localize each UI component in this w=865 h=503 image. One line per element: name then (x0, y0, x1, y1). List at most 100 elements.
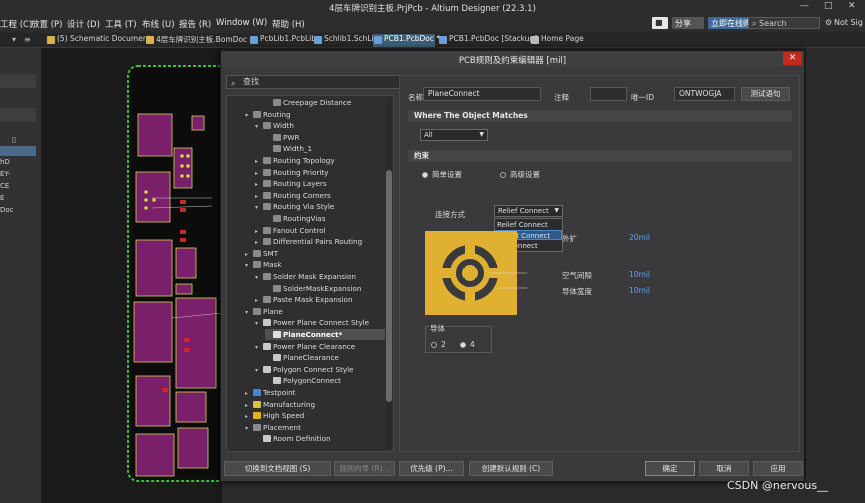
rule-tree-node[interactable]: ▾ Placement (245, 422, 385, 433)
cancel-button[interactable]: 取消 (699, 461, 749, 476)
panel-filter-box[interactable] (0, 108, 36, 122)
expand-toggle-icon[interactable]: ▾ (255, 121, 263, 132)
project-item-label[interactable]: CE (0, 182, 9, 190)
tab-bar-toggle-icon[interactable]: ▾ (12, 35, 16, 44)
rule-tree-node[interactable]: ▾ Power Plane Clearance (255, 341, 385, 352)
close-window-button[interactable]: ✕ (848, 1, 856, 11)
scope-dropdown[interactable]: All ▼ (420, 129, 488, 141)
rule-tree-node[interactable]: PlaneClearance (265, 352, 385, 363)
rule-tree-node[interactable]: ▸ High Speed (245, 410, 385, 421)
account-status[interactable]: Not Sig (834, 17, 865, 29)
pcb-canvas[interactable] (42, 48, 222, 503)
expand-toggle-icon[interactable]: ▾ (255, 342, 263, 353)
tab-pcblib[interactable]: PcbLib1.PcbLib (249, 34, 316, 47)
rule-tree-node[interactable]: Room Definition (255, 433, 385, 444)
expand-toggle-icon[interactable]: ▸ (255, 226, 263, 237)
minimize-button[interactable]: — (800, 1, 809, 11)
rule-tree-node[interactable]: ▸ Routing Priority (255, 167, 385, 178)
simple-settings-radio[interactable]: 简单设置 (422, 169, 462, 180)
rule-wizard-button[interactable]: 规则向导 (R)... (334, 461, 395, 476)
tab-bomdoc[interactable]: 4层车牌识别主板.BomDoc (145, 34, 247, 47)
connect-style-dropdown[interactable]: Relief Connect ▼ (494, 205, 563, 217)
project-item-label[interactable]: hD (0, 158, 10, 166)
tab-home-page[interactable]: Home Page (530, 34, 584, 47)
create-default-rules-button[interactable]: 创建默认规则 (C) (469, 461, 553, 476)
menu-route[interactable]: 布线 (U) (142, 18, 175, 30)
rule-tree-node[interactable]: ▸ Routing Layers (255, 178, 385, 189)
rule-tree-node[interactable]: Creepage Distance (265, 97, 385, 108)
rule-tree-node[interactable]: ▾ Mask (245, 259, 385, 270)
menu-project[interactable]: 工程 (C) (0, 18, 32, 30)
rules-tree[interactable]: Creepage Distance ▾ Routing ▾ Width PWR Width_… (226, 95, 394, 452)
conductor-width-value[interactable]: 10mil (629, 286, 650, 295)
selected-project-item[interactable] (0, 146, 36, 156)
rule-name-input[interactable]: PlaneConnect (423, 87, 541, 101)
expand-toggle-icon[interactable]: ▾ (255, 318, 263, 329)
tab-pcb1-stackup[interactable]: PCB1.PcbDoc [Stackup] (438, 34, 537, 47)
tab-schlib[interactable]: Schlib1.SchLib (313, 34, 378, 47)
priorities-button[interactable]: 优先级 (P)... (399, 461, 464, 476)
rule-tree-node[interactable]: ▾ Plane (245, 306, 385, 317)
expand-toggle-icon[interactable]: ▾ (245, 423, 253, 434)
menu-help[interactable]: 帮助 (H) (272, 18, 305, 30)
rule-tree-node[interactable]: ▸ Routing Topology (255, 155, 385, 166)
expand-toggle-icon[interactable]: ▾ (245, 260, 253, 271)
project-item-label[interactable]: EY- (0, 170, 10, 178)
air-gap-value[interactable]: 10mil (629, 270, 650, 279)
expand-toggle-icon[interactable]: ▸ (255, 295, 263, 306)
rule-tree-node[interactable]: ▸ Manufacturing (245, 399, 385, 410)
rule-tree-node[interactable]: ▾ Solder Mask Expansion (255, 271, 385, 282)
expand-toggle-icon[interactable]: ▾ (245, 307, 253, 318)
rule-tree-node[interactable]: PWR (265, 132, 385, 143)
ok-button[interactable]: 确定 (645, 461, 695, 476)
rule-tree-node[interactable]: ▾ Routing Via Style (255, 201, 385, 212)
comment-icon[interactable]: ■ (652, 17, 668, 29)
global-search-input[interactable]: ⌕ Search (748, 17, 820, 29)
tab-schematic-document[interactable]: (5) Schematic Document (46, 34, 151, 47)
rule-comment-input[interactable] (590, 87, 627, 101)
conductors-2-radio[interactable]: 2 (431, 340, 446, 349)
expansion-value[interactable]: 20mil (629, 233, 650, 242)
project-item-label[interactable]: E (0, 194, 4, 202)
menu-design[interactable]: 设计 (D) (67, 18, 100, 30)
project-item-label[interactable]: Doc (0, 206, 14, 214)
expand-toggle-icon[interactable]: ▾ (255, 272, 263, 283)
menu-place[interactable]: 放置 (P) (31, 18, 62, 30)
tree-scrollbar-thumb[interactable] (386, 170, 392, 402)
expand-toggle-icon[interactable]: ▸ (245, 388, 253, 399)
menu-window[interactable]: Window (W) (216, 18, 267, 28)
expand-toggle-icon[interactable]: ▸ (245, 400, 253, 411)
expand-toggle-icon[interactable]: ▸ (245, 249, 253, 260)
expand-toggle-icon[interactable]: ▸ (255, 156, 263, 167)
rule-tree-node[interactable]: ▸ Fanout Control (255, 225, 385, 236)
unique-id-input[interactable]: ONTWOGJA (674, 87, 735, 101)
rule-tree-node[interactable]: RoutingVias (265, 213, 385, 224)
menu-reports[interactable]: 报告 (R) (179, 18, 211, 30)
rule-tree-node[interactable]: ▸ Paste Mask Expansion (255, 294, 385, 305)
expand-toggle-icon[interactable]: ▸ (245, 411, 253, 422)
rule-tree-node[interactable]: SolderMaskExpansion (265, 283, 385, 294)
rule-tree-node[interactable]: ▸ Testpoint (245, 387, 385, 398)
tab-pcb1-pcbdoc[interactable]: PCB1.PcbDoc * (373, 34, 440, 47)
maximize-button[interactable]: □ (824, 1, 833, 11)
rule-tree-node[interactable]: ▾ Routing (245, 109, 385, 120)
expand-toggle-icon[interactable]: ▾ (255, 202, 263, 213)
switch-document-view-button[interactable]: 切换到文档视图 (S) (224, 461, 331, 476)
tree-scrollbar[interactable] (386, 98, 392, 449)
menu-tools[interactable]: 工具 (T) (105, 18, 137, 30)
rule-tree-node[interactable]: Width_1 (265, 143, 385, 154)
test-query-button[interactable]: 测试语句 (741, 87, 790, 101)
rule-tree-node[interactable]: ▸ Differential Pairs Routing (255, 236, 385, 247)
expand-toggle-icon[interactable]: ▾ (245, 110, 253, 121)
dialog-close-button[interactable]: ✕ (783, 52, 802, 65)
advanced-settings-radio[interactable]: 高级设置 (500, 169, 540, 180)
rule-tree-node[interactable]: ▸ SMT (245, 248, 385, 259)
rule-tree-node[interactable]: PolygonConnect (265, 375, 385, 386)
rule-tree-node[interactable]: ▸ Routing Corners (255, 190, 385, 201)
rule-tree-node[interactable]: ▾ Width (255, 120, 385, 131)
apply-button[interactable]: 应用 (753, 461, 803, 476)
gear-icon[interactable]: ⚙ (822, 17, 834, 29)
rule-tree-node[interactable]: PlaneConnect* (265, 329, 385, 340)
conductors-4-radio[interactable]: 4 (460, 340, 475, 349)
share-button[interactable]: 分享 (672, 17, 704, 29)
